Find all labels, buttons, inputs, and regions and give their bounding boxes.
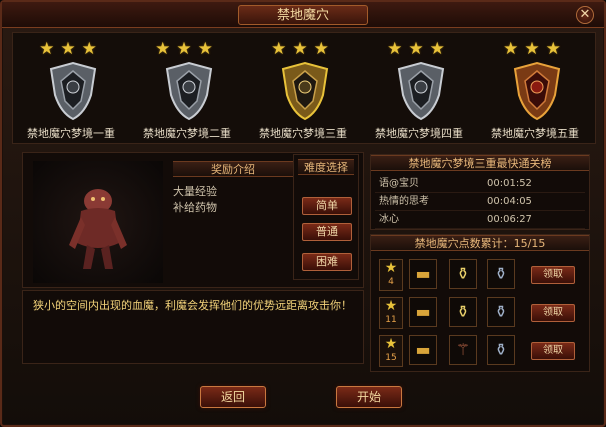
- blood-demon-icon: [69, 189, 127, 269]
- player-name: 语@宝贝: [379, 178, 419, 189]
- silver-shield-icon: [49, 61, 97, 121]
- reward-tier: ★ 15 ▬ ⚚ ⚱ 领取: [379, 335, 585, 371]
- points-reward-panel: 禁地魔穴点数累计：15/15 ★ 4 ▬ ⚱ ⚱ 领取 ★ 11 ▬ ⚱ ⚱ 领取 …: [370, 234, 590, 372]
- back-button[interactable]: 返回: [200, 386, 266, 408]
- silver-shield-icon: [165, 61, 213, 121]
- stage-selector: ★★★ 禁地魔穴梦境一重 ★★★ 禁地魔穴梦境二重 ★★★ 禁地魔穴梦境三重 ★…: [12, 32, 596, 144]
- stage-name: 禁地魔穴梦境五重: [491, 127, 579, 140]
- ranking-panel: 禁地魔穴梦境三重最快通关榜 语@宝贝 00:01:52 热情的思考 00:04:…: [370, 154, 590, 230]
- star-icon: ★: [384, 298, 398, 314]
- stage-stars: ★★★: [271, 39, 335, 59]
- claim-button[interactable]: 领取: [531, 266, 575, 284]
- difficulty-easy-button[interactable]: 简单: [302, 197, 352, 215]
- tier-level: ★ 11: [379, 297, 403, 329]
- difficulty-hard-button[interactable]: 困难: [302, 253, 352, 271]
- difficulty-header: 难度选择: [298, 159, 354, 175]
- player-name: 冰心: [379, 214, 399, 225]
- yellow-potion-icon[interactable]: ⚱: [449, 259, 477, 289]
- stage-stars: ★★★: [39, 39, 103, 59]
- reward-tier: ★ 4 ▬ ⚱ ⚱ 领取: [379, 259, 585, 295]
- difficulty-panel: 难度选择 简单 普通 困难: [293, 154, 359, 280]
- blue-potion-icon[interactable]: ⚱: [487, 335, 515, 365]
- stage-stars: ★★★: [387, 39, 451, 59]
- stage-3[interactable]: ★★★ 禁地魔穴梦境三重: [249, 37, 357, 143]
- gold-ingot-icon[interactable]: ▬: [409, 259, 437, 289]
- close-icon[interactable]: ✕: [576, 6, 594, 24]
- claim-button[interactable]: 领取: [531, 342, 575, 360]
- stage-stars: ★★★: [155, 39, 219, 59]
- reward-item: 大量经验: [173, 185, 217, 198]
- red-gold-shield-icon: [513, 61, 561, 121]
- reward-item: 补给药物: [173, 201, 217, 214]
- title-bar: 禁地魔穴 ✕: [2, 2, 604, 28]
- ranking-header: 禁地魔穴梦境三重最快通关榜: [371, 155, 589, 171]
- yellow-potion-icon[interactable]: ⚱: [449, 297, 477, 327]
- blue-potion-icon[interactable]: ⚱: [487, 259, 515, 289]
- gold-ingot-icon[interactable]: ▬: [409, 297, 437, 327]
- stage-name: 禁地魔穴梦境一重: [27, 127, 115, 140]
- stage-name: 禁地魔穴梦境二重: [143, 127, 231, 140]
- clear-time: 00:04:05: [487, 196, 532, 207]
- tier-level: ★ 4: [379, 259, 403, 291]
- clear-time: 00:06:27: [487, 214, 532, 225]
- stage-name: 禁地魔穴梦境三重: [259, 127, 347, 140]
- dungeon-window: 禁地魔穴 ✕ ★★★ 禁地魔穴梦境一重 ★★★ 禁地魔穴梦境二重 ★★★ 禁地魔…: [0, 0, 606, 427]
- bottom-bar: 返回 开始: [2, 380, 604, 425]
- tier-level: ★ 15: [379, 335, 403, 367]
- reward-tier: ★ 11 ▬ ⚱ ⚱ 领取: [379, 297, 585, 333]
- stage-stars: ★★★: [503, 39, 567, 59]
- stage-name: 禁地魔穴梦境四重: [375, 127, 463, 140]
- player-name: 热情的思考: [379, 196, 429, 207]
- blue-potion-icon[interactable]: ⚱: [487, 297, 515, 327]
- difficulty-normal-button[interactable]: 普通: [302, 223, 352, 241]
- stage-description: 狭小的空间内出现的血魔，利魔会发挥他们的优势远距离攻击你！: [22, 290, 364, 364]
- stage-4[interactable]: ★★★ 禁地魔穴梦境四重: [365, 37, 473, 143]
- star-icon: ★: [384, 260, 398, 276]
- rewards-header: 奖励介绍: [173, 161, 293, 177]
- ranking-row: 冰心 00:06:27: [375, 211, 585, 229]
- stage-2[interactable]: ★★★ 禁地魔穴梦境二重: [133, 37, 241, 143]
- gold-shield-icon: [281, 61, 329, 121]
- start-button[interactable]: 开始: [336, 386, 402, 408]
- silver-shield-icon: [397, 61, 445, 121]
- staff-item-icon[interactable]: ⚚: [449, 335, 477, 365]
- ranking-row: 热情的思考 00:04:05: [375, 193, 585, 211]
- clear-time: 00:01:52: [487, 178, 532, 189]
- points-header: 禁地魔穴点数累计：15/15: [371, 235, 589, 251]
- stage-5[interactable]: ★★★ 禁地魔穴梦境五重: [481, 37, 589, 143]
- stage-1[interactable]: ★★★ 禁地魔穴梦境一重: [17, 37, 125, 143]
- ranking-row: 语@宝贝 00:01:52: [375, 175, 585, 193]
- window-title: 禁地魔穴: [238, 5, 368, 25]
- claim-button[interactable]: 领取: [531, 304, 575, 322]
- star-icon: ★: [384, 336, 398, 352]
- gold-ingot-icon[interactable]: ▬: [409, 335, 437, 365]
- monster-preview: [33, 161, 163, 283]
